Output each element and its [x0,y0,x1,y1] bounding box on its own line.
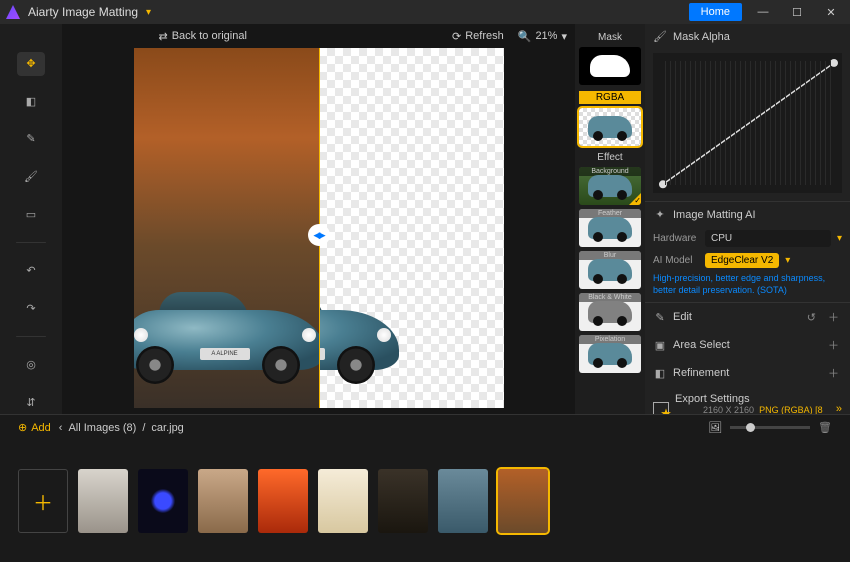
breadcrumb-all: All Images (8) [68,422,136,434]
breadcrumb[interactable]: ‹ All Images (8) / car.jpg [59,422,184,434]
close-button[interactable]: ✕ [818,2,844,22]
export-icon [653,402,669,414]
ai-header[interactable]: ✦ Image Matting AI [645,202,850,227]
refresh-icon: ⟳ [452,30,461,43]
tool-redo[interactable]: ↷ [17,296,45,320]
export-settings-header[interactable]: Export Settings 2160 X 2160 PNG (RGBA) [… [645,387,850,414]
edit-section[interactable]: ✎ Edit ↺ ＋ [645,303,850,331]
chevron-left-icon: ‹ [59,422,63,434]
ai-model-description: High-precision, better edge and sharpnes… [645,271,850,302]
alpha-curve-editor[interactable] [653,53,842,193]
tool-undo[interactable]: ↶ [17,259,45,283]
refine-label: Refinement [673,367,819,379]
reset-icon[interactable]: ↺ [804,311,819,324]
ai-label: Image Matting AI [673,209,842,221]
delete-button[interactable]: 🗑 [818,421,832,434]
hardware-label: Hardware [653,233,699,244]
chevron-down-icon: ▾ [561,30,567,43]
swap-icon: ⇄ [159,30,168,43]
brush-icon: 🖌 [653,30,667,43]
thumbnail-icon: 🖼 [708,421,722,434]
mask-thumbnail[interactable] [579,47,641,85]
split-handle[interactable]: ◀ ▶ [308,224,330,246]
tool-pencil[interactable]: ✎ [17,127,45,151]
expand-icon[interactable]: ＋ [825,365,842,381]
refresh-label: Refresh [465,30,504,42]
zoom-icon: 🔍 [518,30,532,43]
rgba-thumbnail[interactable] [579,108,641,146]
filmstrip-thumb-3[interactable] [198,469,248,533]
expand-icon[interactable]: ＋ [825,309,842,325]
minimize-button[interactable]: — [750,2,776,22]
filmstrip-thumb-2[interactable] [138,469,188,533]
back-to-original-button[interactable]: ⇄ Back to original [159,30,247,43]
tool-paint-roller[interactable]: ▭ [17,202,45,226]
app-logo [6,5,20,19]
export-dims: 2160 X 2160 [703,405,754,414]
back-label: Back to original [172,30,247,42]
chevron-down-icon: » [836,403,842,414]
effect-pixelation[interactable]: Pixelation [579,335,641,373]
marquee-icon: ▣ [653,339,667,352]
tool-move[interactable]: ✥ [17,52,45,76]
filmstrip-thumb-4[interactable] [258,469,308,533]
home-button[interactable]: Home [689,3,742,21]
expand-icon[interactable]: ＋ [825,337,842,353]
breadcrumb-file: car.jpg [151,422,183,434]
separator [16,242,46,243]
chevron-down-icon: ▾ [837,233,842,244]
ai-model-value: EdgeClear V2 [705,253,779,268]
matted-pane: A ALPINE [319,48,504,408]
separator [16,336,46,337]
refinement-section[interactable]: ◧ Refinement ＋ [645,359,850,387]
ai-model-label: AI Model [653,255,699,266]
effect-blur[interactable]: Blur [579,251,641,289]
filmstrip-thumb-6[interactable] [378,469,428,533]
area-select-section[interactable]: ▣ Area Select ＋ [645,331,850,359]
viewport: A ALPINE A ALPINE ◀ ▶ [62,48,575,414]
chevron-down-icon: ▾ [785,255,790,266]
hardware-field[interactable]: Hardware CPU ▾ [645,227,850,250]
refine-icon: ◧ [653,367,667,380]
mask-alpha-label: Mask Alpha [673,31,842,43]
filmstrip-thumb-8[interactable] [498,469,548,533]
tool-eraser[interactable]: ◧ [17,90,45,114]
edit-label: Edit [673,311,798,323]
zoom-control[interactable]: 🔍 21% ▾ [518,30,567,43]
effect-bw[interactable]: Black & White [579,293,641,331]
tool-capture[interactable]: ◎ [17,353,45,377]
export-title: Export Settings [675,393,830,405]
effect-background[interactable]: Background [579,167,641,205]
ai-icon: ✦ [653,208,667,221]
add-image-tile[interactable]: ＋ [18,469,68,533]
app-title: Aiarty Image Matting [28,5,138,19]
compare-view[interactable]: A ALPINE A ALPINE ◀ ▶ [134,48,504,408]
maximize-button[interactable]: ☐ [784,2,810,22]
tool-brush[interactable]: 🖌 [17,165,45,189]
add-button[interactable]: ⊕ Add [18,421,51,434]
filmstrip-thumb-1[interactable] [78,469,128,533]
filmstrip-thumb-7[interactable] [438,469,488,533]
plus-icon: ⊕ [18,421,27,434]
ai-model-field[interactable]: AI Model EdgeClear V2 ▾ [645,250,850,271]
edit-icon: ✎ [653,311,667,324]
add-label: Add [31,422,51,434]
effect-feather[interactable]: Feather [579,209,641,247]
rgba-section-label: RGBA [579,91,641,104]
mask-section-label: Mask [579,32,641,43]
breadcrumb-sep: / [142,422,145,434]
filmstrip-thumb-5[interactable] [318,469,368,533]
effect-section-label: Effect [579,152,641,163]
thumbnail-size-slider[interactable] [730,426,810,429]
original-pane: A ALPINE [134,48,319,408]
refresh-button[interactable]: ⟳ Refresh [452,30,504,43]
app-menu-chevron-icon[interactable]: ▾ [146,7,151,18]
area-label: Area Select [673,339,819,351]
hardware-value: CPU [705,230,831,247]
mask-alpha-header[interactable]: 🖌 Mask Alpha [645,24,850,49]
tool-collapse[interactable]: ⇵ [17,390,45,414]
zoom-value: 21% [535,30,557,42]
